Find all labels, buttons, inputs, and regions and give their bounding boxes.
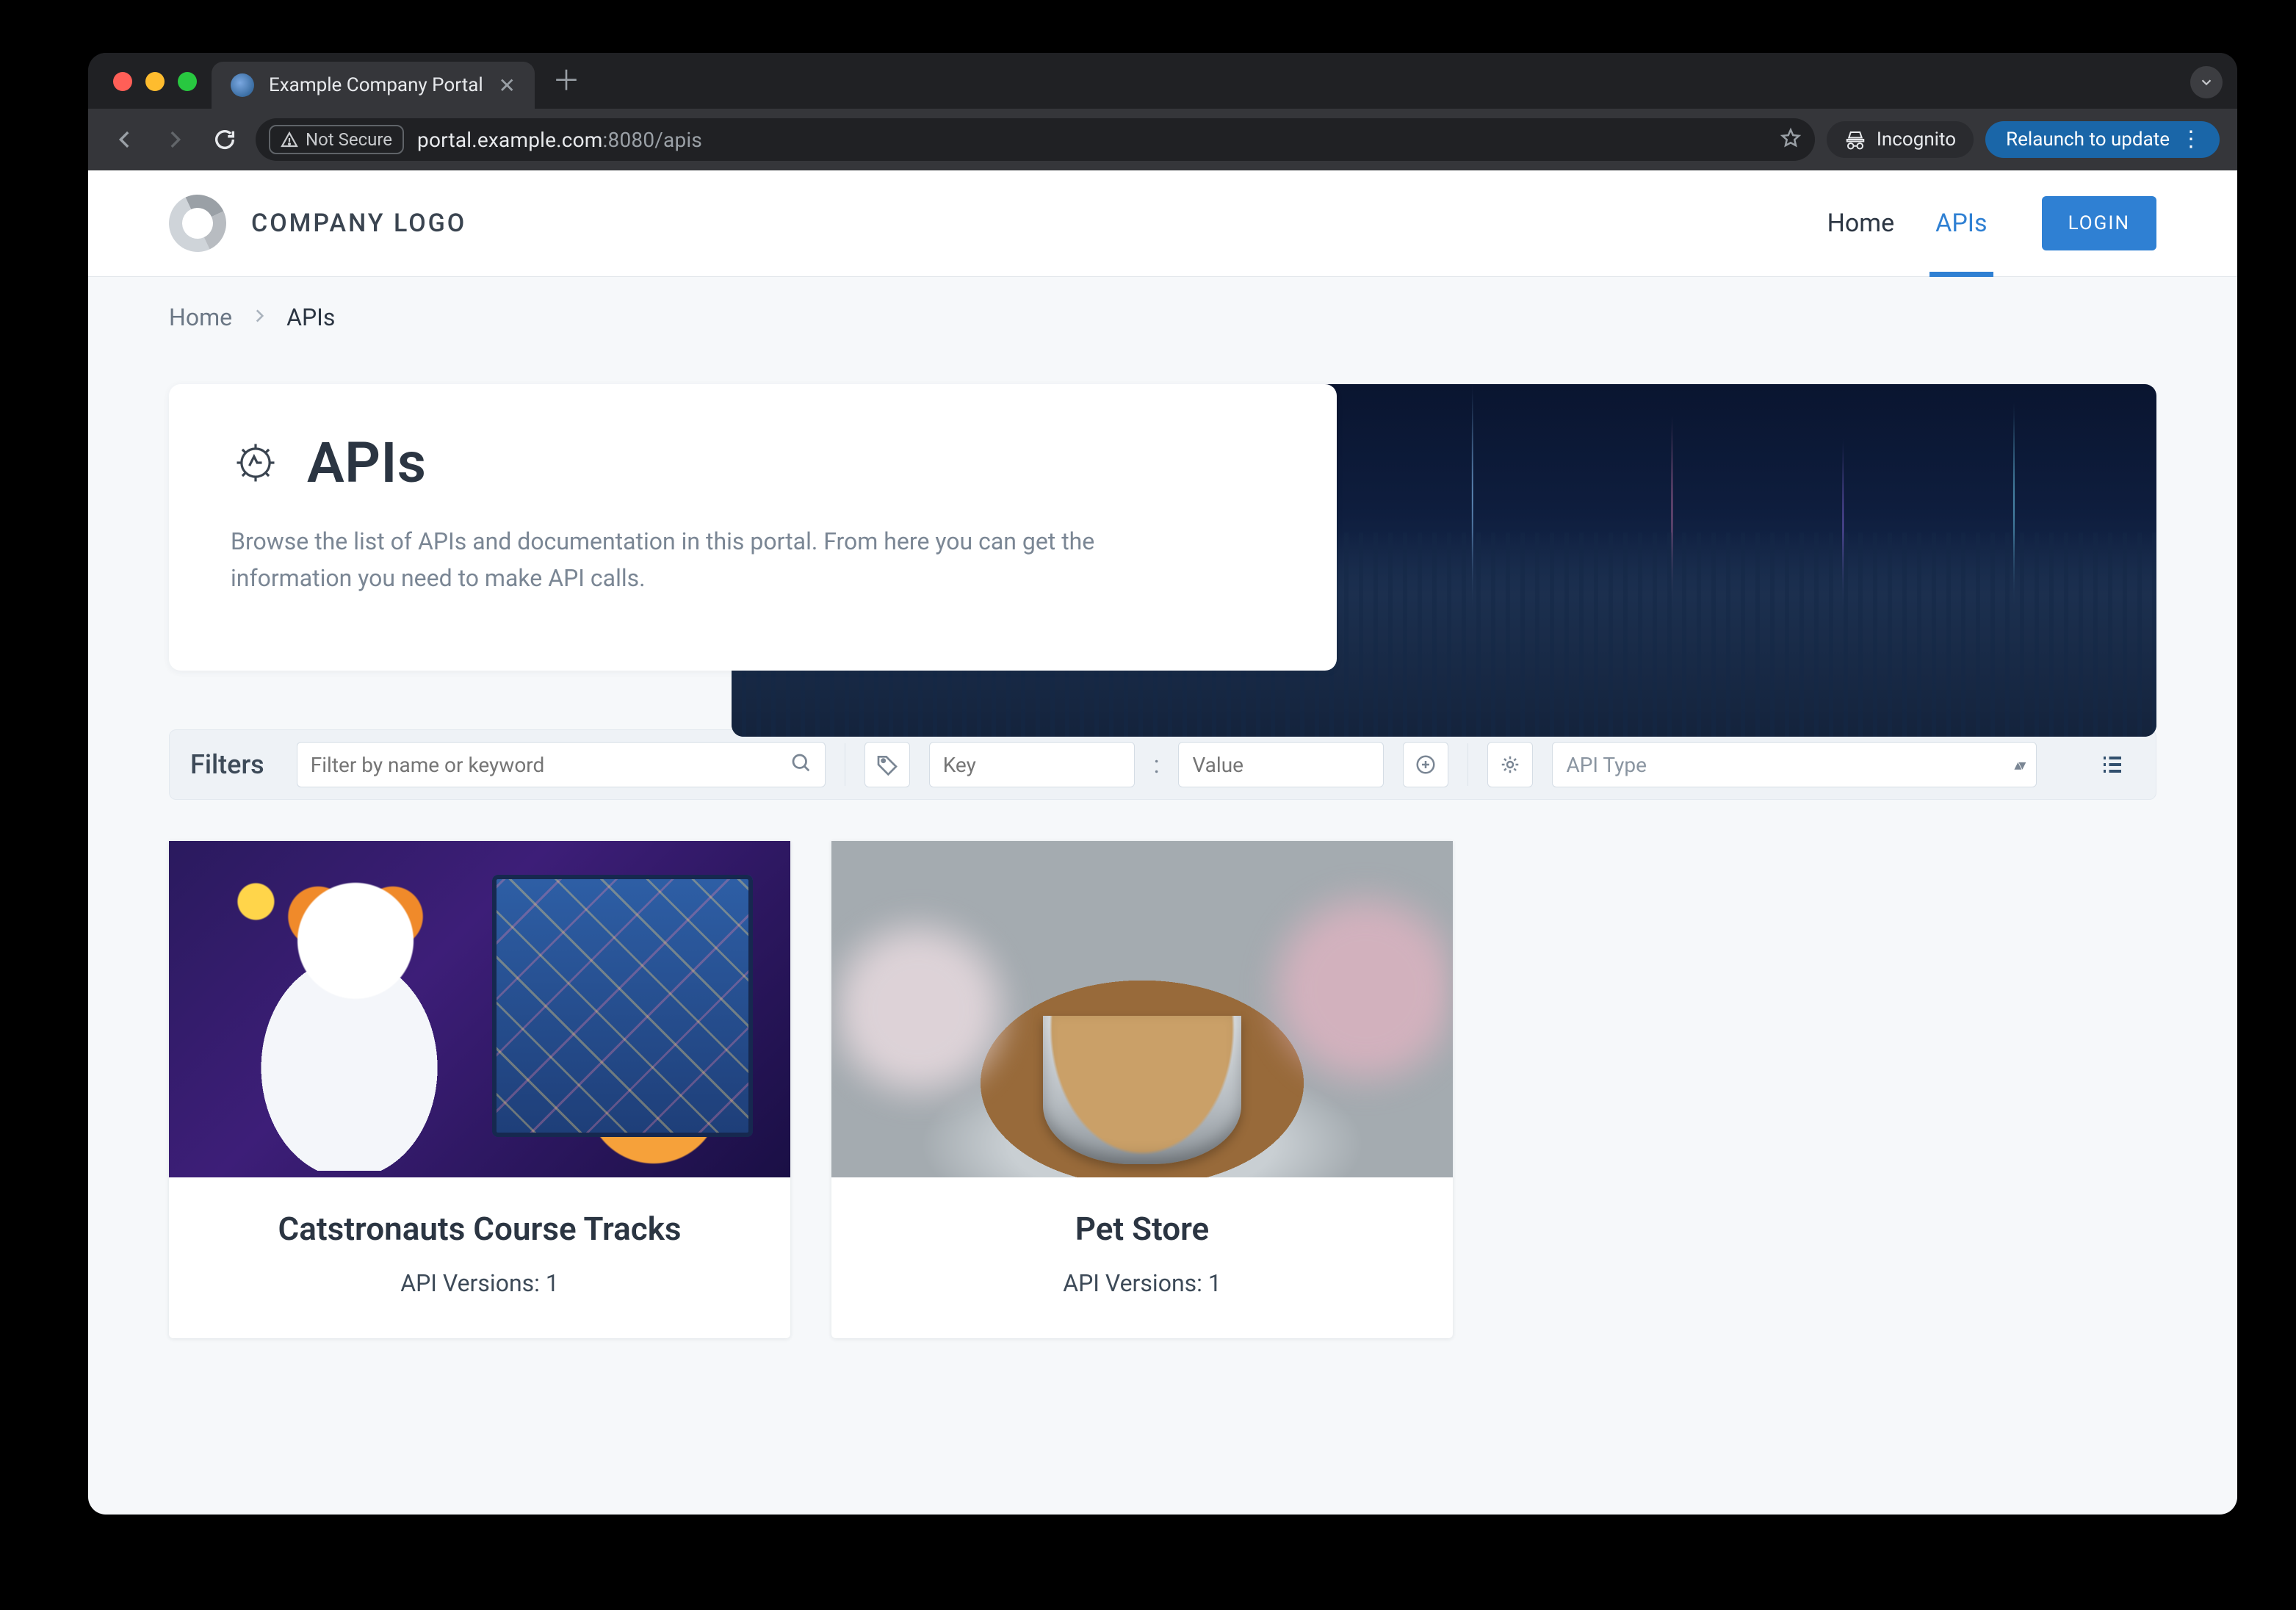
filter-key-input[interactable] — [929, 742, 1135, 787]
back-button[interactable] — [106, 120, 144, 159]
tab-overflow-button[interactable] — [2190, 66, 2223, 98]
settings-gear-icon — [1487, 742, 1533, 787]
select-sort-icon: ▴▾ — [2014, 756, 2023, 773]
chevron-right-icon — [250, 303, 269, 331]
search-icon — [790, 751, 812, 779]
tab-title: Example Company Portal — [269, 74, 483, 96]
card-image — [169, 841, 790, 1177]
card-title: Pet Store — [861, 1208, 1423, 1250]
primary-nav: Home APIs LOGIN — [1827, 170, 2156, 276]
filters-bar: Filters : — [169, 729, 2156, 800]
nav-apis[interactable]: APIs — [1935, 170, 1987, 276]
filter-value-input[interactable] — [1178, 742, 1384, 787]
new-tab-button[interactable]: ＋ — [535, 58, 580, 109]
site-header: COMPANY LOGO Home APIs LOGIN — [88, 170, 2237, 277]
logo-icon — [169, 195, 226, 252]
hero-card: APIs Browse the list of APIs and documen… — [169, 384, 1337, 671]
card-image — [831, 841, 1453, 1177]
relaunch-button[interactable]: Relaunch to update ⋮ — [1985, 121, 2220, 158]
view-list-toggle[interactable] — [2090, 742, 2135, 787]
api-card[interactable]: Pet Store API Versions: 1 — [831, 841, 1453, 1338]
window-fullscreen-icon[interactable] — [178, 72, 197, 91]
page-viewport: COMPANY LOGO Home APIs LOGIN Home APIs — [88, 170, 2237, 1515]
card-versions: API Versions: 1 — [861, 1269, 1423, 1297]
tab-strip: Example Company Portal ✕ ＋ — [88, 53, 2237, 109]
filter-search-input[interactable] — [297, 742, 826, 787]
incognito-label: Incognito — [1877, 129, 1956, 151]
warning-icon — [281, 131, 298, 148]
hero: APIs Browse the list of APIs and documen… — [169, 384, 2156, 671]
logo-text: COMPANY LOGO — [251, 209, 466, 238]
filter-search-field[interactable] — [311, 753, 790, 777]
logo[interactable]: COMPANY LOGO — [169, 195, 466, 252]
api-card-grid: Catstronauts Course Tracks API Versions:… — [88, 800, 2237, 1338]
browser-tab[interactable]: Example Company Portal ✕ — [212, 62, 535, 109]
colon-separator: : — [1154, 751, 1160, 779]
filters-label: Filters — [190, 749, 264, 780]
not-secure-label: Not Secure — [306, 129, 392, 150]
forward-button — [156, 120, 194, 159]
card-versions: API Versions: 1 — [198, 1269, 761, 1297]
page-description: Browse the list of APIs and documentatio… — [231, 524, 1185, 596]
login-button[interactable]: LOGIN — [2042, 196, 2156, 250]
nav-home[interactable]: Home — [1827, 170, 1895, 276]
window-close-icon[interactable] — [113, 72, 132, 91]
add-filter-button[interactable] — [1403, 742, 1448, 787]
incognito-badge[interactable]: Incognito — [1827, 121, 1974, 158]
url-text: portal.example.com:8080/apis — [417, 128, 702, 152]
breadcrumb-home[interactable]: Home — [169, 303, 232, 331]
address-bar[interactable]: Not Secure portal.example.com:8080/apis — [256, 118, 1815, 161]
api-gear-icon — [231, 438, 281, 488]
window-controls — [103, 72, 212, 109]
window-minimize-icon[interactable] — [145, 72, 165, 91]
tab-favicon-icon — [231, 73, 254, 97]
browser-toolbar: Not Secure portal.example.com:8080/apis … — [88, 109, 2237, 170]
not-secure-badge[interactable]: Not Secure — [269, 125, 404, 154]
bookmark-star-icon[interactable] — [1780, 127, 1802, 152]
relaunch-label: Relaunch to update — [2006, 129, 2170, 151]
breadcrumb-current: APIs — [286, 303, 335, 331]
tag-icon — [864, 742, 910, 787]
api-type-select-label: API Type — [1566, 753, 1646, 777]
api-card[interactable]: Catstronauts Course Tracks API Versions:… — [169, 841, 790, 1338]
filter-value-field[interactable] — [1192, 753, 1370, 777]
api-type-select[interactable]: API Type ▴▾ — [1552, 742, 2037, 787]
tab-close-icon[interactable]: ✕ — [499, 73, 516, 98]
filter-key-field[interactable] — [943, 753, 1121, 777]
list-icon — [2099, 751, 2126, 778]
breadcrumb: Home APIs — [88, 277, 2237, 353]
page-title: APIs — [307, 430, 426, 496]
incognito-icon — [1844, 129, 1866, 151]
reload-button[interactable] — [206, 120, 244, 159]
browser-window: Example Company Portal ✕ ＋ Not Secure po… — [88, 53, 2237, 1515]
card-title: Catstronauts Course Tracks — [198, 1208, 761, 1250]
